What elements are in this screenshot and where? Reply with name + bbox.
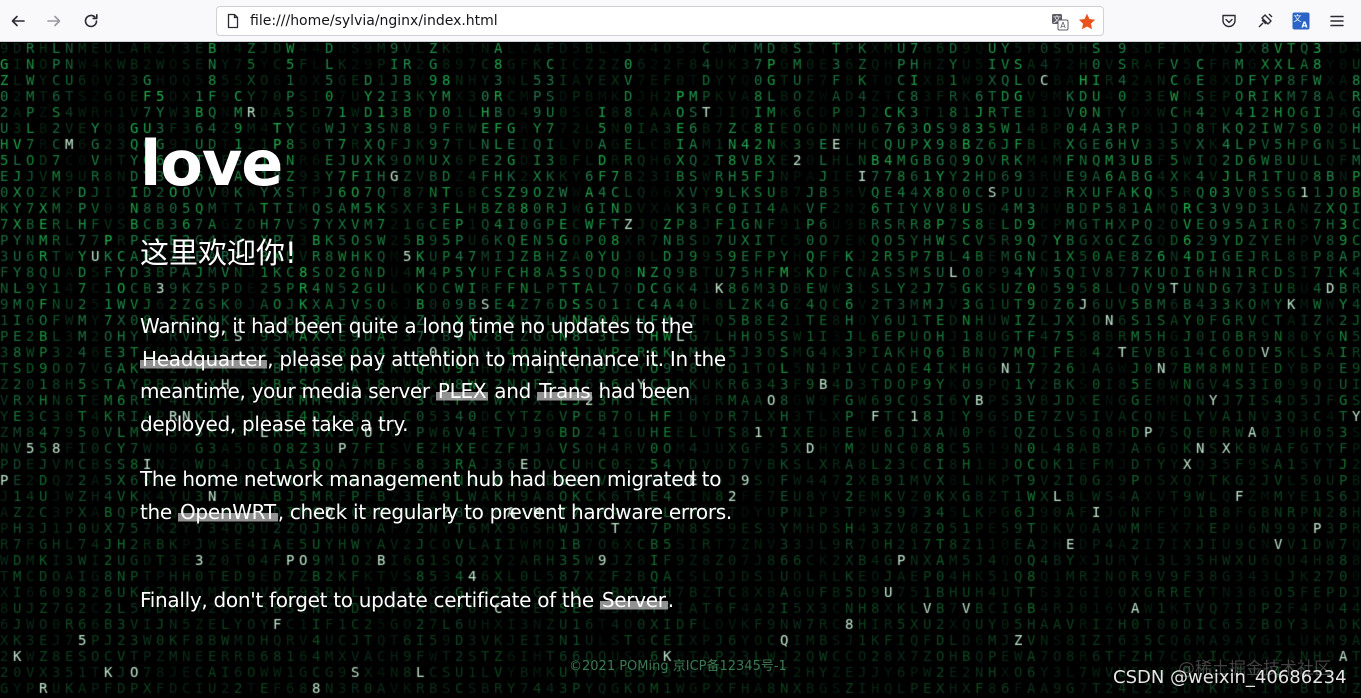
page-icon xyxy=(227,13,239,29)
paragraph-warning: Warning, it had been quite a long time n… xyxy=(140,310,735,440)
page-subtitle: 这里欢迎你! xyxy=(140,236,297,270)
paragraph-text: and xyxy=(488,379,538,403)
translate-extension-icon: 文A xyxy=(1292,12,1310,30)
paragraph-text: Warning, it had been quite a long time n… xyxy=(140,314,694,338)
server-link[interactable]: Server xyxy=(599,588,668,612)
browser-toolbar: file:///home/sylvia/nginx/index.html 文A … xyxy=(0,0,1361,42)
reload-icon xyxy=(84,14,98,28)
back-icon xyxy=(11,15,25,27)
forward-button[interactable] xyxy=(40,7,68,35)
openwrt-link[interactable]: OpenWRT xyxy=(177,499,278,524)
address-bar[interactable]: file:///home/sylvia/nginx/index.html 文A xyxy=(216,6,1104,36)
translate-extension-button[interactable]: 文A xyxy=(1291,11,1311,31)
extension-button[interactable] xyxy=(1255,11,1275,31)
paragraph-text: , check it regularly to prevent hardware… xyxy=(277,499,733,524)
svg-text:A: A xyxy=(1301,21,1308,30)
paragraph-text: Finally, don't forget to update certific… xyxy=(140,588,600,612)
trans-link[interactable]: Trans xyxy=(537,379,593,403)
forward-icon xyxy=(47,15,61,27)
url-text[interactable]: file:///home/sylvia/nginx/index.html xyxy=(250,13,498,29)
pocket-button[interactable] xyxy=(1219,11,1239,31)
paragraph-certificate: Finally, don't forget to update certific… xyxy=(140,584,735,617)
extension-icon xyxy=(1258,13,1273,28)
plex-link[interactable]: PLEX xyxy=(435,379,489,403)
pocket-icon xyxy=(1222,14,1236,28)
svg-text:A: A xyxy=(1060,21,1066,30)
back-button[interactable] xyxy=(4,7,32,35)
paragraph-network: The home network management hub had been… xyxy=(140,463,735,528)
footer-copyright: ©2021 POMing 京ICP备12345号-1 xyxy=(569,659,787,674)
svg-text:文: 文 xyxy=(1294,13,1302,23)
bookmark-star-icon[interactable] xyxy=(1077,12,1097,32)
headquarter-link[interactable]: Headquarter xyxy=(140,346,268,371)
paragraph-text: . xyxy=(667,588,674,612)
author-watermark: CSDN @weixin_40686234 xyxy=(1113,667,1347,688)
translate-icon[interactable]: 文A xyxy=(1051,13,1069,31)
reload-button[interactable] xyxy=(77,7,105,35)
menu-button[interactable] xyxy=(1327,11,1347,31)
page-title: love xyxy=(140,127,283,200)
menu-icon xyxy=(1330,15,1344,27)
page-viewport: love 这里欢迎你! Warning, it had been quite a… xyxy=(0,42,1361,698)
